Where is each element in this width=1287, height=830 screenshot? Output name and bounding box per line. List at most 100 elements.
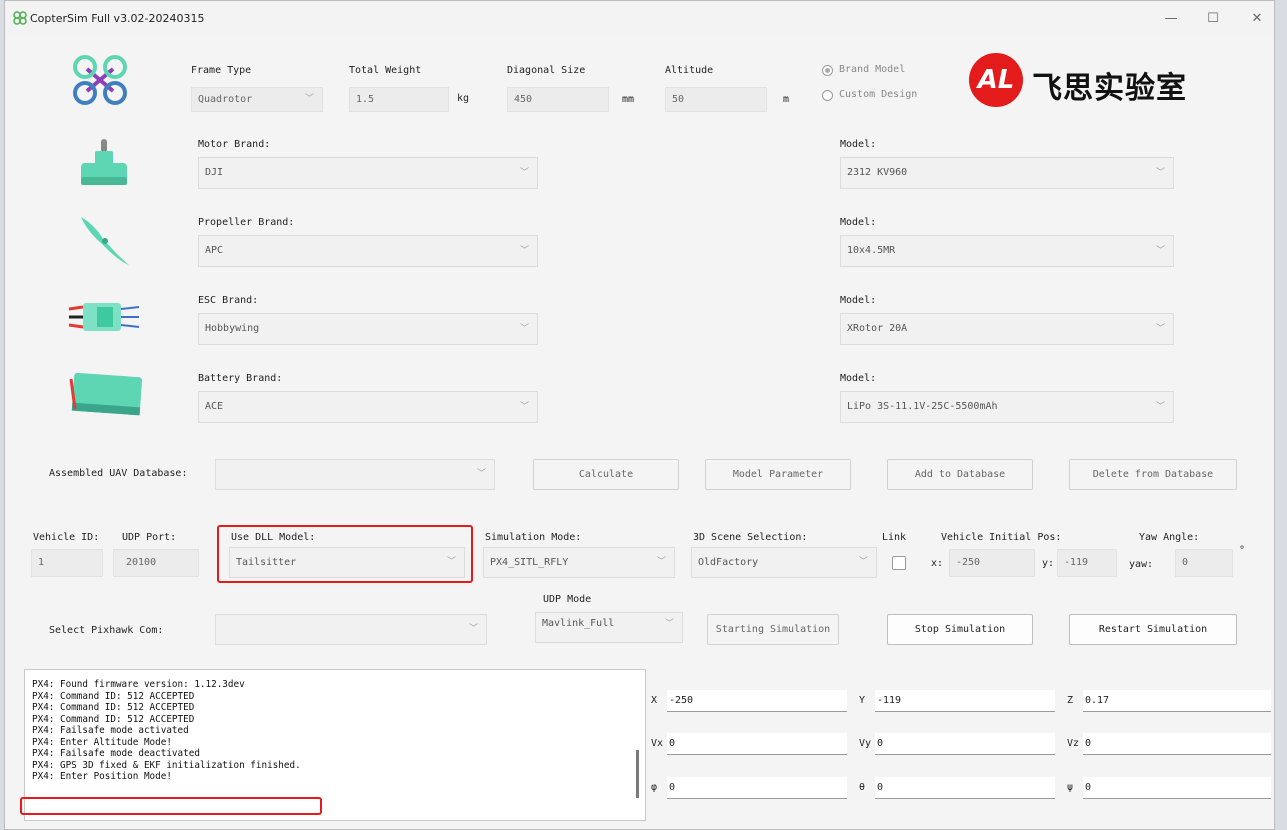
component-brand-select[interactable]: ACE ﹀ [198, 391, 538, 423]
delete-from-database-button[interactable]: Delete from Database [1069, 459, 1237, 490]
total-weight-input[interactable]: 1.5 [349, 87, 449, 112]
altitude-input[interactable]: 50 [665, 87, 767, 112]
component-model-value: XRotor 20A [847, 323, 908, 334]
log-line: PX4: Enter Altitude Mode! [32, 736, 172, 748]
battery-icon [69, 372, 143, 416]
state-label: Z [1067, 695, 1074, 706]
state-value-field[interactable]: -119 [875, 690, 1055, 712]
log-line: PX4: Enter Position Mode! [32, 771, 172, 782]
initial-pos-label: Vehicle Initial Pos: [941, 532, 1062, 543]
state-value-field[interactable]: 0 [1083, 733, 1271, 755]
component-model-select[interactable]: 10x4.5MR ﹀ [840, 235, 1174, 267]
state-value-field[interactable]: 0 [1083, 777, 1271, 799]
state-value: 0 [1085, 738, 1092, 749]
chevron-down-icon: ﹀ [519, 324, 529, 334]
state-value: -250 [669, 695, 694, 706]
component-brand-label: Propeller Brand: [198, 217, 295, 228]
restart-simulation-button[interactable]: Restart Simulation [1069, 614, 1237, 645]
component-model-label: Model: [840, 139, 877, 150]
component-brand-select[interactable]: Hobbywing ﹀ [198, 313, 538, 345]
component-brand-label: Motor Brand: [198, 139, 271, 150]
lab-logo-text: 飞思实验室 [1032, 71, 1187, 106]
component-brand-value: ACE [205, 401, 224, 412]
title-bar: CopterSim Full v3.02-20240315 — ☐ ✕ [5, 1, 1274, 37]
log-line: PX4: Command ID: 512 ACCEPTED [32, 690, 195, 702]
component-model-label: Model: [840, 373, 877, 384]
model-parameter-button[interactable]: Model Parameter [705, 459, 851, 490]
component-brand-value: DJI [205, 167, 224, 178]
calculate-button[interactable]: Calculate [533, 459, 679, 490]
chevron-down-icon: ﹀ [519, 402, 529, 412]
maximize-button[interactable]: ☐ [1195, 7, 1231, 31]
state-value-field[interactable]: 0 [875, 777, 1055, 799]
init-x-input[interactable]: -250 [949, 549, 1035, 577]
link-checkbox[interactable] [892, 556, 906, 570]
state-value-field[interactable]: -250 [667, 690, 847, 712]
log-line: PX4: Found firmware version: 1.12.3dev [32, 679, 245, 690]
chevron-down-icon: ﹀ [519, 246, 529, 256]
custom-design-radio[interactable] [822, 90, 833, 101]
state-label: Vy [859, 738, 872, 749]
chevron-down-icon: ﹀ [1155, 402, 1165, 412]
altitude-label: Altitude [665, 65, 714, 76]
app-logo-icon [13, 11, 27, 25]
udp-mode-select[interactable]: Mavlink_Full ﹀ [535, 612, 683, 643]
udp-port-label: UDP Port: [122, 532, 177, 543]
init-x-label: x: [931, 558, 944, 569]
log-scrollbar[interactable] [636, 750, 639, 798]
brand-model-radio[interactable] [822, 65, 833, 76]
component-brand-label: Battery Brand: [198, 373, 283, 384]
altitude-unit: m [783, 94, 790, 105]
weight-unit: kg [457, 93, 470, 104]
component-brand-label: ESC Brand: [198, 295, 259, 306]
chevron-down-icon: ﹀ [304, 94, 314, 104]
simulation-mode-label: Simulation Mode: [485, 532, 582, 543]
stop-simulation-button[interactable]: Stop Simulation [887, 614, 1033, 645]
brand-model-label: Brand Model [839, 64, 906, 75]
state-label: θ [859, 782, 866, 793]
link-label: Link [882, 532, 907, 543]
component-brand-select[interactable]: DJI ﹀ [198, 157, 538, 189]
chevron-down-icon: ﹀ [656, 557, 666, 567]
state-value-field[interactable]: 0 [875, 733, 1055, 755]
component-brand-value: APC [205, 245, 224, 256]
starting-simulation-button[interactable]: Starting Simulation [707, 614, 839, 645]
quadrotor-icon [73, 55, 127, 105]
state-label: φ [651, 782, 658, 793]
state-value-field[interactable]: 0 [667, 733, 847, 755]
pixhawk-com-select[interactable]: ﹀ [215, 614, 487, 645]
dll-model-highlight [217, 525, 473, 583]
log-line: PX4: Command ID: 512 ACCEPTED [32, 702, 195, 713]
yaw-label: yaw: [1129, 559, 1154, 570]
component-brand-select[interactable]: APC ﹀ [198, 235, 538, 267]
minimize-button[interactable]: — [1153, 7, 1189, 31]
add-to-database-button[interactable]: Add to Database [887, 459, 1033, 490]
scene-selection-select[interactable]: OldFactory ﹀ [691, 547, 877, 578]
vehicle-id-input[interactable]: 1 [31, 549, 103, 577]
lab-logo-icon: AL [969, 53, 1023, 107]
yaw-input[interactable]: 0 [1175, 549, 1233, 577]
close-button[interactable]: ✕ [1239, 7, 1274, 31]
simulation-mode-value: PX4_SITL_RFLY [490, 557, 569, 568]
udp-port-input[interactable]: 20100 [113, 549, 199, 577]
simulation-mode-select[interactable]: PX4_SITL_RFLY ﹀ [483, 547, 675, 578]
frame-type-value: Quadrotor [198, 94, 253, 105]
component-model-select[interactable]: XRotor 20A ﹀ [840, 313, 1174, 345]
component-model-value: 2312 KV960 [847, 167, 908, 178]
log-line: PX4: Failsafe mode activated [32, 725, 189, 736]
database-select[interactable]: ﹀ [215, 459, 495, 490]
state-value-field[interactable]: 0.17 [1083, 690, 1271, 712]
init-y-input[interactable]: -119 [1057, 549, 1117, 577]
component-model-select[interactable]: LiPo 3S-11.1V-25C-5500mAh ﹀ [840, 391, 1174, 423]
esc-icon [68, 303, 140, 331]
state-value-field[interactable]: 0 [667, 777, 847, 799]
diagonal-size-input[interactable]: 450 [507, 87, 609, 112]
state-label: X [651, 695, 658, 706]
state-value: 0.17 [1085, 695, 1110, 706]
chevron-down-icon: ﹀ [476, 469, 486, 479]
yaw-angle-label: Yaw Angle: [1139, 532, 1200, 543]
degree-symbol: ° [1239, 545, 1246, 556]
frame-type-select[interactable]: Quadrotor ﹀ [191, 87, 323, 112]
component-model-select[interactable]: 2312 KV960 ﹀ [840, 157, 1174, 189]
state-value: 0 [1085, 782, 1092, 793]
